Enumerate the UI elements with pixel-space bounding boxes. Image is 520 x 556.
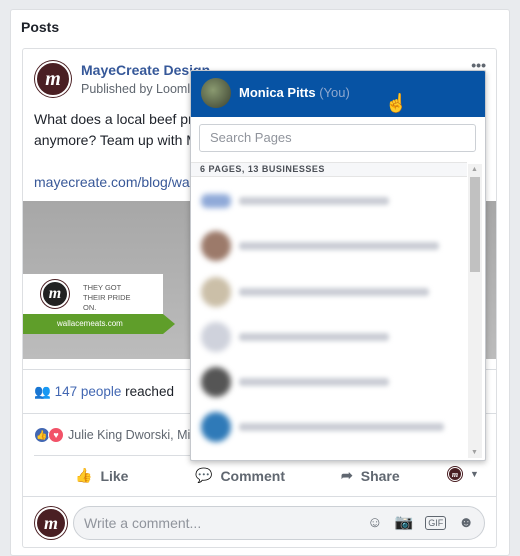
user-suffix: (You) [319,85,350,100]
page-avatar-icon: m [448,467,462,481]
hand-cursor-icon: ☝ [385,93,408,113]
chevron-down-icon: ▼ [470,469,479,479]
section-label: 6 PAGES, 13 BUSINESSES [191,162,467,177]
image-banner: m THEY GOT THEIR PRIDE ON. [23,274,163,314]
post-as-selector[interactable]: m ▼ [448,467,479,481]
user-avatar [201,78,231,108]
reach-count[interactable]: 147 people [55,384,122,399]
search-pages-input[interactable]: Search Pages [199,124,476,152]
commenter-avatar: m [35,507,67,539]
page-logo[interactable]: m [35,61,71,97]
comment-icon: 💬 [195,467,213,483]
page-item[interactable] [191,359,467,403]
page-item[interactable] [191,404,467,448]
love-reaction-icon: ♥ [48,427,64,443]
banner-logo: m [41,280,69,308]
post-as-dropdown: Monica Pitts (You) ☝ Search Pages 6 PAGE… [190,70,486,461]
camera-icon[interactable]: 📷 [395,507,414,539]
like-button[interactable]: 👍 Like [75,467,128,484]
page-item[interactable] [191,223,467,267]
scrollbar-thumb[interactable] [470,177,480,272]
reach-suffix: reached [125,384,174,399]
user-name: Monica Pitts [239,85,316,100]
page-item[interactable] [191,314,467,358]
scroll-down-icon[interactable]: ▼ [471,449,478,456]
scroll-up-icon[interactable]: ▲ [471,166,478,173]
current-user-option[interactable]: Monica Pitts (You) ☝ [191,71,485,117]
gif-icon[interactable]: GIF [425,516,447,530]
reach-stats: 👥 147 people reached [34,384,174,400]
comment-button[interactable]: 💬 Comment [195,467,285,484]
emoji-icon[interactable]: ☺ [367,507,382,539]
banner-url: wallacemeats.com [23,314,175,334]
people-icon: 👥 [34,384,51,399]
published-by: Published by Loomly [81,82,197,96]
thumbs-up-icon: 👍 [75,467,93,483]
scrollbar[interactable]: ▲ ▼ [468,164,482,458]
page-item[interactable] [191,269,467,313]
sticker-icon[interactable]: ☻ [458,507,474,539]
share-button[interactable]: ➦ Share [341,467,400,484]
page-item[interactable] [191,178,467,222]
banner-tagline: THEY GOT THEIR PRIDE ON. [83,283,131,312]
comment-input[interactable]: Write a comment... ☺ 📷 GIF ☻ [73,506,485,540]
share-icon: ➦ [341,467,353,483]
section-title: Posts [21,19,60,35]
